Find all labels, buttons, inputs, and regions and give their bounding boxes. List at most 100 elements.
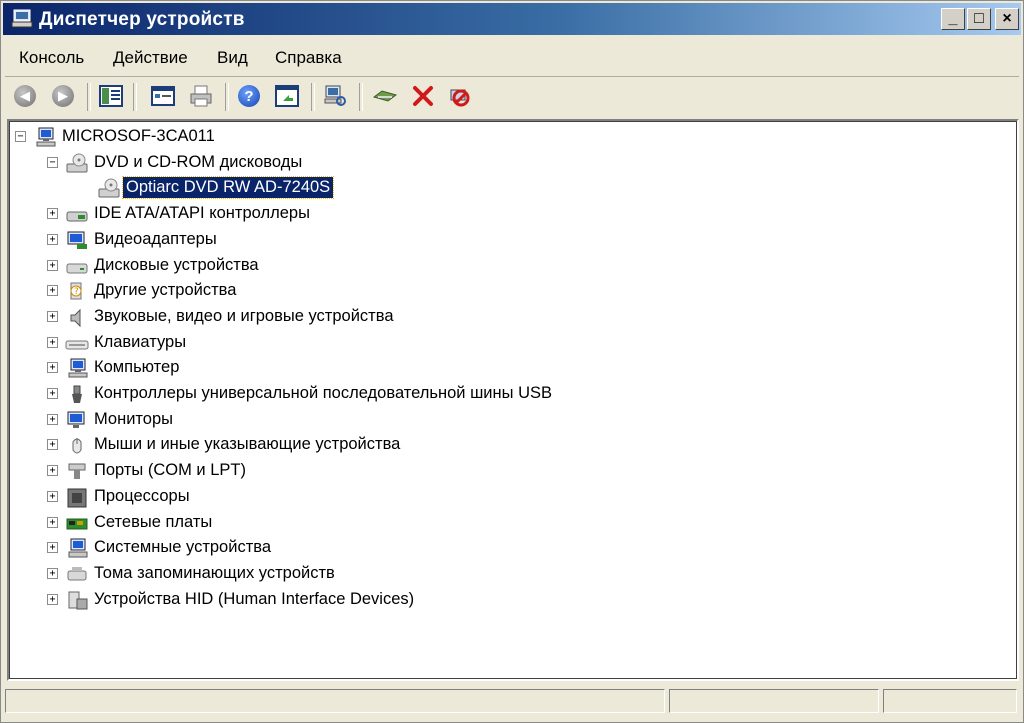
tree-node-category-10[interactable]: + Порты (COM и LPT) <box>9 459 1009 483</box>
expand-icon[interactable]: + <box>47 413 58 425</box>
forward-icon: ▶ <box>52 85 74 107</box>
tree-node-category-0[interactable]: + IDE ATA/ATAPI контроллеры <box>9 202 1009 226</box>
expand-icon[interactable]: + <box>47 233 58 245</box>
tree-node-label[interactable]: Тома запоминающих устройств <box>91 563 338 584</box>
menu-view[interactable]: Вид <box>213 46 252 70</box>
show-hide-tree-button[interactable] <box>97 82 125 110</box>
uninstall-button[interactable] <box>409 82 437 110</box>
expand-icon[interactable]: + <box>47 285 58 297</box>
scan-hardware-icon <box>324 85 346 106</box>
tree-node-category-11[interactable]: + Процессоры <box>9 485 1009 509</box>
print-icon <box>190 85 212 107</box>
device-tree[interactable]: − MICROSOF-3CA011− DVD и CD-ROM дисководы O… <box>7 119 1019 681</box>
disk-drive-icon <box>66 263 88 273</box>
tree-node-category-2[interactable]: + Дисковые устройства <box>9 254 1009 278</box>
expand-icon[interactable]: + <box>47 310 58 322</box>
update-driver-icon <box>372 90 398 102</box>
disable-button[interactable] <box>445 82 473 110</box>
tree-node-label[interactable]: MICROSOF-3CA011 <box>59 126 218 147</box>
expand-icon[interactable]: + <box>47 516 58 528</box>
uninstall-icon <box>413 86 433 106</box>
tree-node-label[interactable]: IDE ATA/ATAPI контроллеры <box>91 203 313 224</box>
tree-node-label[interactable]: Клавиатуры <box>91 332 189 353</box>
tree-node-root[interactable]: − MICROSOF-3CA011 <box>9 125 1009 149</box>
toolbar-separator <box>359 83 363 111</box>
tree-node-category-8[interactable]: + Мониторы <box>9 408 1009 432</box>
network-card-icon <box>66 518 88 529</box>
speaker-icon <box>70 308 81 328</box>
storage-volume-icon <box>67 566 87 581</box>
tree-node-label[interactable]: Системные устройства <box>91 537 274 558</box>
tree-node-category-13[interactable]: + Системные устройства <box>9 536 1009 560</box>
tree-node-dvd-child[interactable]: Optiarc DVD RW AD-7240S <box>9 176 1009 200</box>
menu-action[interactable]: Действие <box>109 46 192 70</box>
disable-icon <box>450 89 470 107</box>
processor-icon <box>67 488 87 508</box>
view-icon <box>275 85 299 107</box>
tree-node-category-6[interactable]: + Компьютер <box>9 356 1009 380</box>
tree-node-label[interactable]: Порты (COM и LPT) <box>91 460 249 481</box>
device-manager-icon <box>11 9 33 28</box>
tree-node-label[interactable]: Optiarc DVD RW AD-7240S <box>121 176 335 200</box>
tree-node-label[interactable]: Компьютер <box>91 357 182 378</box>
tree-node-label[interactable]: DVD и CD-ROM дисководы <box>91 152 305 173</box>
collapse-icon[interactable]: − <box>15 131 26 142</box>
cdrom-icon <box>98 178 120 198</box>
menu-help[interactable]: Справка <box>271 46 346 70</box>
expand-icon[interactable]: + <box>47 542 58 554</box>
tree-node-dvd[interactable]: − DVD и CD-ROM дисководы <box>9 151 1009 175</box>
expand-icon[interactable]: + <box>47 208 58 220</box>
update-driver-button[interactable] <box>371 82 399 110</box>
menu-bar: Консоль Действие Вид Справка <box>5 38 1019 77</box>
expand-icon[interactable]: + <box>47 388 58 399</box>
expand-icon[interactable]: + <box>47 465 58 477</box>
tree-node-category-4[interactable]: + Звуковые, видео и игровые устройства <box>9 305 1009 329</box>
svg-text:?: ? <box>74 287 79 297</box>
expand-icon[interactable]: + <box>47 362 58 374</box>
back-button[interactable]: ◀ <box>11 82 39 110</box>
properties-button[interactable] <box>149 82 177 110</box>
tree-node-category-3[interactable]: +? Другие устройства <box>9 279 1009 303</box>
tree-node-label[interactable]: Мыши и иные указывающие устройства <box>91 434 403 455</box>
close-button[interactable]: × <box>995 8 1019 30</box>
tree-node-label[interactable]: Процессоры <box>91 486 193 507</box>
scan-hardware-button[interactable] <box>321 82 349 110</box>
expand-icon[interactable]: + <box>47 439 58 451</box>
tree-node-category-7[interactable]: + Контроллеры универсальной последователь… <box>9 382 1009 406</box>
computer-icon <box>36 127 56 147</box>
ide-controller-icon <box>66 211 88 222</box>
toolbar-separator <box>311 83 315 111</box>
tree-node-label[interactable]: Устройства HID (Human Interface Devices) <box>91 589 417 610</box>
tree-node-label[interactable]: Видеоадаптеры <box>91 229 220 250</box>
view-button[interactable] <box>273 82 301 110</box>
tree-node-category-1[interactable]: + Видеоадаптеры <box>9 228 1009 252</box>
menu-console[interactable]: Консоль <box>15 46 88 70</box>
help-button[interactable]: ? <box>235 82 263 110</box>
expand-icon[interactable]: + <box>47 336 58 348</box>
tree-node-category-5[interactable]: + Клавиатуры <box>9 331 1009 355</box>
title-bar[interactable]: Диспетчер устройств _ □ × <box>3 3 1021 35</box>
tree-node-label[interactable]: Контроллеры универсальной последовательн… <box>91 383 555 404</box>
forward-button[interactable]: ▶ <box>49 82 77 110</box>
tree-node-label[interactable]: Мониторы <box>91 409 176 430</box>
display-adapter-icon <box>67 231 87 249</box>
port-icon <box>68 463 86 480</box>
tree-node-label[interactable]: Другие устройства <box>91 280 239 301</box>
help-icon: ? <box>238 85 260 107</box>
tree-node-label[interactable]: Сетевые платы <box>91 512 215 533</box>
cdrom-icon <box>66 153 88 173</box>
tree-node-label[interactable]: Дисковые устройства <box>91 255 262 276</box>
tree-node-category-15[interactable]: + Устройства HID (Human Interface Devices… <box>9 588 1009 612</box>
tree-node-label[interactable]: Звуковые, видео и игровые устройства <box>91 306 397 327</box>
tree-node-category-12[interactable]: + Сетевые платы <box>9 511 1009 535</box>
expand-icon[interactable]: + <box>47 490 58 502</box>
minimize-button[interactable]: _ <box>941 8 965 30</box>
expand-icon[interactable]: + <box>47 567 58 579</box>
maximize-button[interactable]: □ <box>967 8 991 30</box>
tree-node-category-14[interactable]: + Тома запоминающих устройств <box>9 562 1009 586</box>
tree-node-category-9[interactable]: + Мыши и иные указывающие устройства <box>9 433 1009 457</box>
print-button[interactable] <box>187 82 215 110</box>
expand-icon[interactable]: + <box>47 593 58 605</box>
expand-icon[interactable]: + <box>47 259 58 271</box>
collapse-icon[interactable]: − <box>47 156 58 168</box>
